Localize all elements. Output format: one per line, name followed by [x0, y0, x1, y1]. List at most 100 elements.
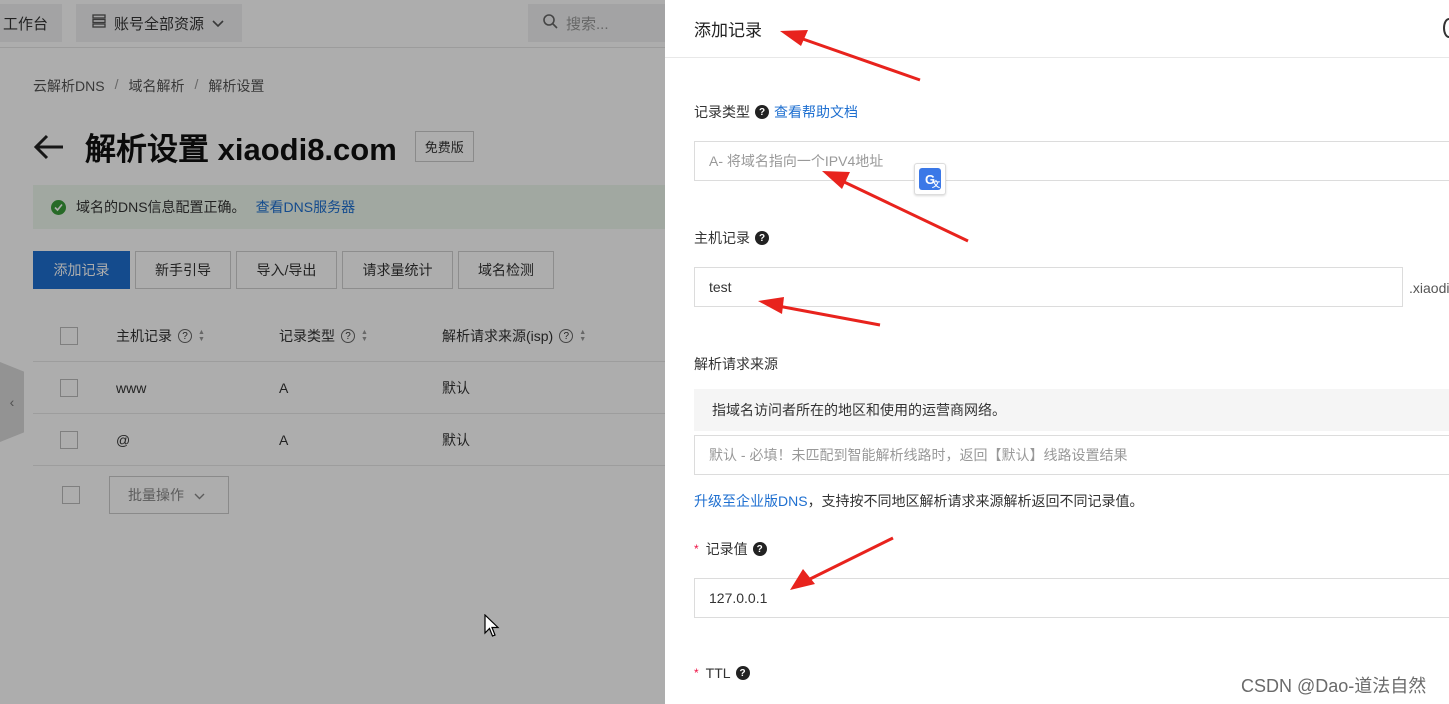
- alert-text: 域名的DNS信息配置正确。: [76, 199, 246, 215]
- help-icon[interactable]: ?: [755, 231, 769, 245]
- batch-checkbox[interactable]: [62, 486, 80, 504]
- row-type: A: [279, 380, 289, 396]
- sort-icon[interactable]: ▲ ▼: [579, 329, 586, 343]
- request-stats-button[interactable]: 请求量统计: [342, 251, 453, 289]
- column-host[interactable]: 主机记录 ? ▲ ▼: [116, 310, 205, 362]
- upgrade-link[interactable]: 升级至企业版DNS: [694, 493, 808, 509]
- batch-operation-label: 批量操作: [128, 487, 184, 503]
- table-row: www A 默认: [33, 362, 673, 414]
- ttl-label: TTL: [705, 665, 731, 681]
- drawer-header: 添加记录: [665, 0, 1449, 58]
- plan-badge: 免费版: [414, 131, 474, 162]
- add-record-drawer: 添加记录 记录类型 ? 查看帮助文档 A- 将域名指向一个IPV4地址 G文 主…: [665, 0, 1449, 704]
- records-table: 主机记录 ? ▲ ▼ 记录类型 ? ▲ ▼ 解析请求来源(isp) ? ▲ ▼ www…: [33, 310, 673, 526]
- help-icon[interactable]: ?: [755, 105, 769, 119]
- source-label-row: 解析请求来源: [694, 354, 778, 374]
- collapse-tab-icon[interactable]: ‹: [0, 362, 24, 442]
- ttl-label-row: * TTL ?: [694, 665, 750, 681]
- column-isp[interactable]: 解析请求来源(isp) ? ▲ ▼: [442, 310, 586, 362]
- watermark: CSDN @Dao-道法自然: [1241, 676, 1427, 696]
- table-header: 主机记录 ? ▲ ▼ 记录类型 ? ▲ ▼ 解析请求来源(isp) ? ▲ ▼: [33, 310, 673, 362]
- breadcrumb-item-dns[interactable]: 云解析DNS: [33, 76, 105, 96]
- required-mark: *: [694, 542, 699, 556]
- page-title: 解析设置 xiaodi8.com: [85, 132, 397, 167]
- help-icon: ?: [178, 329, 192, 343]
- workbench-link[interactable]: 工作台: [0, 4, 62, 42]
- chevron-down-icon: [212, 15, 224, 32]
- table-row: @ A 默认: [33, 414, 673, 466]
- help-icon: ?: [341, 329, 355, 343]
- row-isp: 默认: [442, 380, 470, 396]
- batch-operation-button[interactable]: 批量操作: [109, 476, 229, 514]
- record-value-label-row: * 记录值 ?: [694, 539, 767, 559]
- breadcrumb-item-settings: 解析设置: [208, 78, 265, 94]
- breadcrumb-separator: /: [114, 76, 119, 92]
- record-type-label: 记录类型: [694, 104, 750, 120]
- host-label: 主机记录: [694, 230, 750, 246]
- resource-selector[interactable]: 账号全部资源: [76, 4, 242, 42]
- dns-status-alert: 域名的DNS信息配置正确。 查看DNS服务器: [33, 185, 673, 229]
- record-type-value: A- 将域名指向一个IPV4地址: [709, 153, 884, 169]
- required-mark: *: [694, 666, 699, 680]
- host-label-row: 主机记录 ?: [694, 228, 769, 248]
- source-hint-text: 指域名访问者所在的地区和使用的运营商网络。: [712, 402, 1006, 418]
- translate-icon[interactable]: G文: [914, 163, 946, 195]
- action-bar: 添加记录 新手引导 导入/导出 请求量统计 域名检测: [33, 251, 554, 289]
- search-icon: [542, 13, 558, 33]
- select-all-checkbox[interactable]: [60, 327, 78, 345]
- record-type-label-row: 记录类型 ? 查看帮助文档: [694, 102, 858, 122]
- column-type[interactable]: 记录类型 ? ▲ ▼: [279, 310, 368, 362]
- title-row: 解析设置 xiaodi8.com 免费版: [33, 124, 474, 169]
- chevron-down-icon: [194, 487, 205, 503]
- help-icon: ?: [559, 329, 574, 343]
- resource-list-icon: [92, 14, 106, 32]
- sort-icon[interactable]: ▲ ▼: [198, 329, 205, 343]
- resource-selector-label: 账号全部资源: [114, 15, 205, 33]
- import-export-button[interactable]: 导入/导出: [236, 251, 337, 289]
- breadcrumb: 云解析DNS / 域名解析 / 解析设置: [33, 76, 264, 96]
- close-icon[interactable]: [1443, 18, 1449, 38]
- record-value-text: 127.0.0.1: [709, 590, 768, 606]
- sort-icon[interactable]: ▲ ▼: [361, 329, 368, 343]
- batch-row: 批量操作: [33, 466, 673, 526]
- add-record-button[interactable]: 添加记录: [33, 251, 130, 289]
- row-checkbox[interactable]: [60, 379, 78, 397]
- mouse-cursor-icon: [484, 613, 500, 641]
- view-dns-servers-link[interactable]: 查看DNS服务器: [256, 197, 356, 217]
- breadcrumb-separator: /: [194, 76, 199, 92]
- upgrade-text: ，支持按不同地区解析请求来源解析返回不同记录值。: [807, 493, 1144, 509]
- beginner-guide-button[interactable]: 新手引导: [135, 251, 231, 289]
- top-bar: 工作台 账号全部资源 搜索...: [0, 0, 668, 48]
- domain-suffix: .xiaodi: [1409, 280, 1449, 296]
- column-isp-label: 解析请求来源(isp): [442, 328, 554, 344]
- back-arrow-icon[interactable]: [33, 132, 67, 162]
- source-select[interactable]: 默认 - 必填！未匹配到智能解析线路时，返回【默认】线路设置结果: [694, 435, 1449, 475]
- breadcrumb-item-domain[interactable]: 域名解析: [128, 76, 184, 96]
- help-icon[interactable]: ?: [752, 542, 767, 556]
- row-checkbox[interactable]: [60, 431, 78, 449]
- upgrade-note: 升级至企业版DNS，支持按不同地区解析请求来源解析返回不同记录值。: [694, 491, 1144, 511]
- domain-check-button[interactable]: 域名检测: [458, 251, 554, 289]
- column-type-label: 记录类型: [279, 328, 335, 344]
- row-isp: 默认: [442, 432, 470, 448]
- help-icon[interactable]: ?: [735, 666, 750, 680]
- search-placeholder: 搜索...: [566, 15, 609, 33]
- drawer-title: 添加记录: [694, 21, 762, 40]
- check-circle-icon: [51, 199, 66, 215]
- row-host: www: [116, 380, 147, 396]
- search-box[interactable]: 搜索...: [528, 4, 668, 42]
- main-content: 云解析DNS / 域名解析 / 解析设置 解析设置 xiaodi8.com 免费…: [0, 48, 673, 704]
- workbench-label: 工作台: [3, 15, 49, 33]
- source-hint: 指域名访问者所在的地区和使用的运营商网络。: [694, 389, 1449, 431]
- source-select-value: 默认 - 必填！未匹配到智能解析线路时，返回【默认】线路设置结果: [709, 447, 1128, 463]
- row-type: A: [279, 432, 289, 448]
- record-type-select[interactable]: A- 将域名指向一个IPV4地址: [694, 141, 1449, 181]
- host-record-input[interactable]: test: [694, 267, 1403, 307]
- record-value-input[interactable]: 127.0.0.1: [694, 578, 1449, 618]
- record-value-label: 记录值: [705, 541, 748, 557]
- help-doc-link[interactable]: 查看帮助文档: [774, 102, 858, 122]
- source-label: 解析请求来源: [694, 356, 778, 372]
- column-host-label: 主机记录: [116, 328, 172, 344]
- row-host: @: [116, 432, 131, 448]
- host-record-value: test: [709, 279, 732, 295]
